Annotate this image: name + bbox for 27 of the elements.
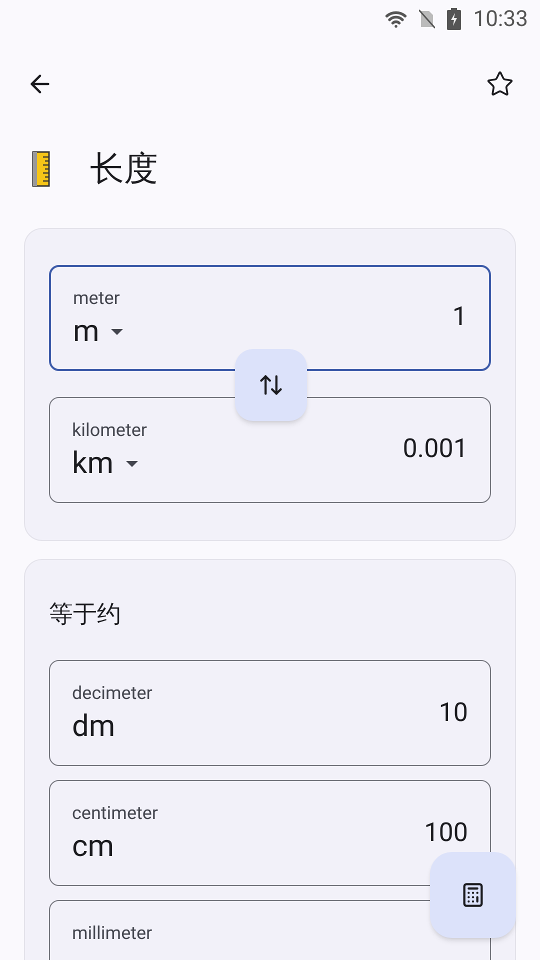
unit-symbol: m [73,312,100,350]
swap-button[interactable] [235,349,307,421]
unit-name: millimeter [72,922,152,946]
results-heading: 等于约 [49,599,122,630]
unit-name: meter [73,286,121,310]
unit-field[interactable]: meter m 1 [49,265,491,371]
unit-symbol: cm [72,828,116,866]
unit-value: 10 [438,696,468,730]
wifi-icon [385,8,408,30]
page-title: 长度 [90,148,158,190]
calculator-button[interactable] [430,852,516,938]
unit-symbol: km [72,444,114,482]
unit-name: centimeter [72,802,158,826]
no-sim-icon [419,9,436,29]
favorite-button[interactable] [486,70,514,98]
unit-symbol: dm [72,708,116,746]
unit-value: 1 [452,300,467,334]
dropdown-icon[interactable] [126,460,138,466]
unit-name: kilometer [72,418,148,442]
unit-name: decimeter [72,682,152,706]
battery-icon [447,8,462,30]
swap-icon [258,372,284,398]
ruler-icon [32,151,50,187]
dropdown-icon[interactable] [111,328,124,334]
unit-value: 0.001 [402,432,468,466]
unit-value: 100 [424,816,468,850]
status-time: 10:33 [473,6,528,34]
